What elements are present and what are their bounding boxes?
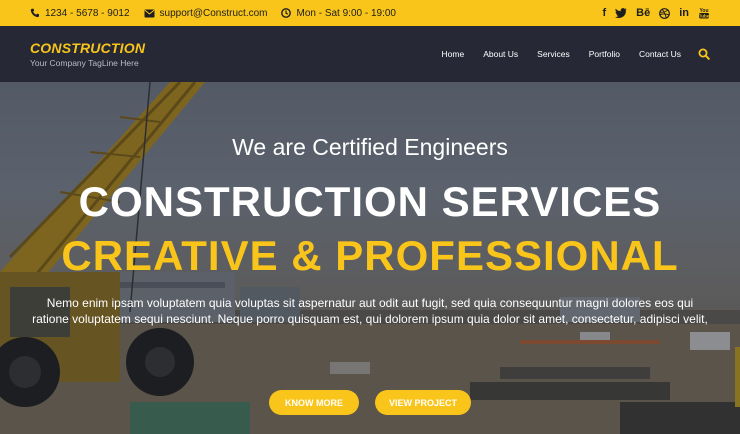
clock-icon bbox=[281, 8, 292, 18]
phone-number: 1234 - 5678 - 9012 bbox=[45, 7, 130, 19]
site-logo[interactable]: CONSTRUCTION Your Company TagLine Here bbox=[30, 40, 145, 68]
behance-icon[interactable]: Bē bbox=[636, 6, 650, 20]
hero-subtitle: We are Certified Engineers bbox=[232, 134, 508, 160]
envelope-icon bbox=[144, 9, 155, 17]
logo-tagline: Your Company TagLine Here bbox=[30, 58, 139, 68]
top-bar: 1234 - 5678 - 9012 support@Construct.com… bbox=[0, 0, 740, 26]
email-address[interactable]: support@Construct.com bbox=[160, 8, 268, 19]
menu-item-about[interactable]: About Us bbox=[483, 49, 518, 59]
main-navbar: CONSTRUCTION Your Company TagLine Here H… bbox=[0, 26, 740, 82]
hours-info: Mon - Sat 9:00 - 19:00 bbox=[281, 8, 396, 19]
hero-content: We are Certified Engineers CONSTRUCTION … bbox=[0, 82, 740, 434]
know-more-button[interactable]: KNOW MORE bbox=[269, 390, 359, 415]
hero-title-line1: CONSTRUCTION SERVICES bbox=[78, 178, 662, 225]
menu-item-portfolio[interactable]: Portfolio bbox=[589, 49, 620, 59]
menu-item-services[interactable]: Services bbox=[537, 49, 570, 59]
hero-description: Nemo enim ipsam voluptatem quia voluptas… bbox=[32, 296, 708, 326]
search-icon[interactable] bbox=[698, 48, 710, 60]
menu-item-contact[interactable]: Contact Us bbox=[639, 49, 681, 59]
main-menu: Home About Us Services Portfolio Contact… bbox=[423, 48, 710, 60]
phone-info: 1234 - 5678 - 9012 bbox=[30, 8, 130, 19]
hero-buttons: KNOW MORE VIEW PROJECT bbox=[0, 390, 740, 415]
facebook-icon[interactable]: f bbox=[602, 6, 606, 20]
menu-item-home[interactable]: Home bbox=[442, 49, 465, 59]
linkedin-icon[interactable]: in bbox=[679, 6, 689, 20]
phone-icon bbox=[30, 8, 39, 18]
hero-title-line2: CREATIVE & PROFESSIONAL bbox=[61, 232, 679, 279]
logo-name[interactable]: CONSTRUCTION bbox=[30, 40, 145, 56]
hero-banner: We are Certified Engineers CONSTRUCTION … bbox=[0, 82, 740, 434]
youtube-icon[interactable]: You Tube bbox=[698, 6, 710, 20]
twitter-icon[interactable] bbox=[615, 6, 627, 20]
social-links: f Bē in You Tube bbox=[602, 6, 710, 20]
email-info[interactable]: support@Construct.com bbox=[144, 8, 268, 19]
working-hours: Mon - Sat 9:00 - 19:00 bbox=[296, 7, 396, 19]
dribbble-icon[interactable] bbox=[659, 6, 671, 20]
view-project-button[interactable]: VIEW PROJECT bbox=[375, 390, 471, 415]
svg-text:Tube: Tube bbox=[699, 13, 710, 18]
